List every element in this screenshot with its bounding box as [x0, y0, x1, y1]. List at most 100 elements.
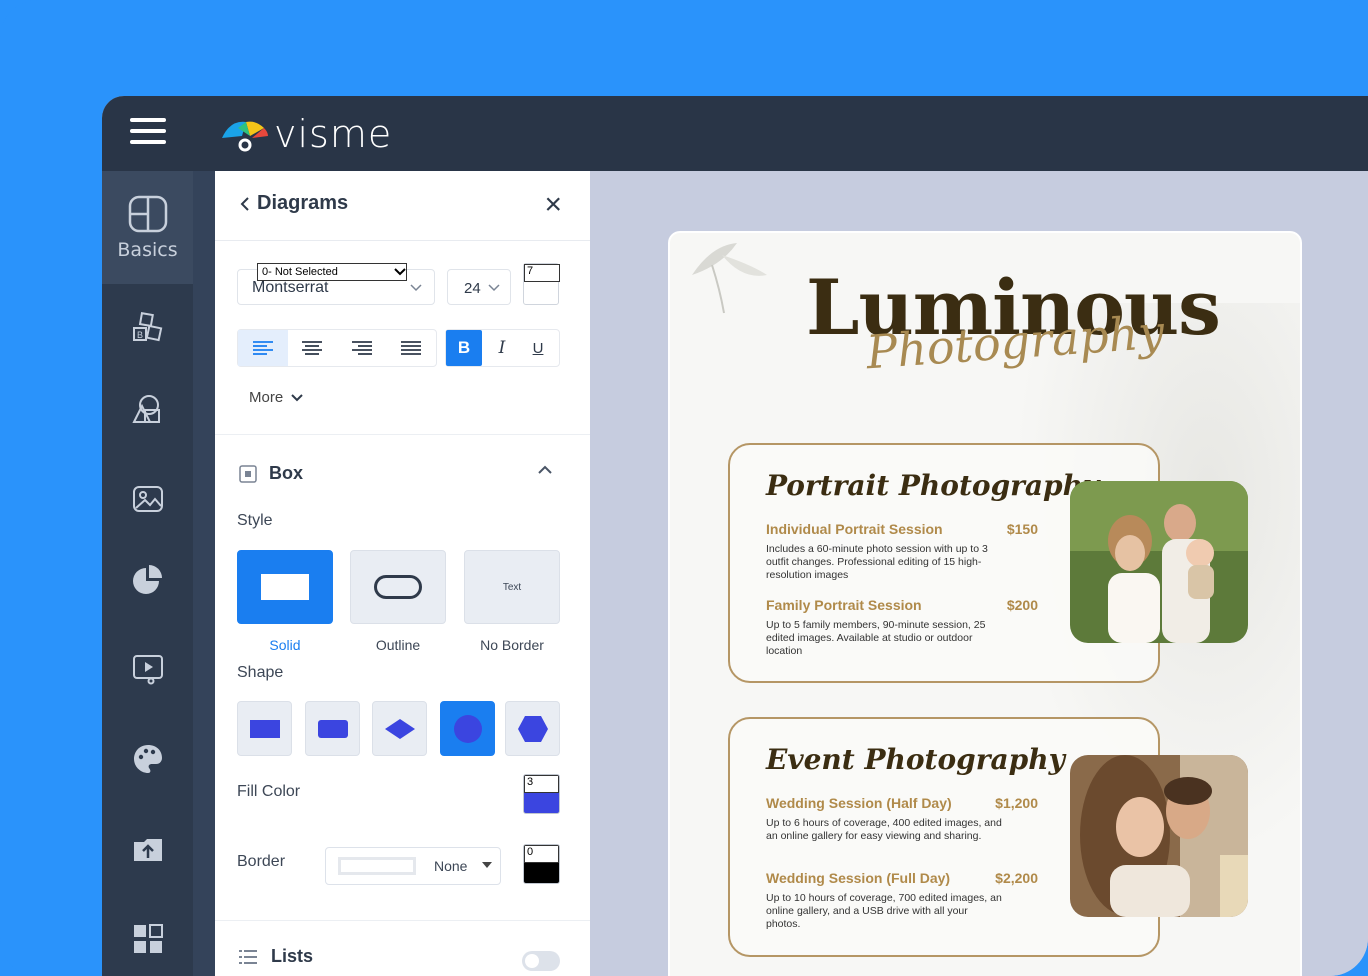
border-style-select[interactable]: None — [325, 847, 501, 885]
font-preset-value: 0- Not Selected — [262, 266, 338, 278]
style-solid-option[interactable] — [237, 550, 333, 624]
item-name: Wedding Session (Full Day) — [766, 870, 951, 886]
bold-button[interactable]: B — [446, 330, 482, 366]
item-price: $2,200 — [995, 870, 1038, 886]
alignment-group — [237, 329, 437, 367]
card-title: Portrait Photography — [766, 469, 1100, 502]
section-divider — [215, 434, 590, 435]
document-page[interactable]: Luminous Photography Portrait Photograph… — [668, 231, 1302, 976]
fill-color-swatch[interactable]: 3 — [523, 774, 560, 814]
align-right-icon — [351, 341, 372, 355]
lists-section-header[interactable]: Lists — [239, 946, 313, 967]
rail-shapes[interactable] — [102, 379, 193, 439]
align-center-button[interactable] — [288, 330, 338, 366]
fill-color-label: Fill Color — [237, 783, 301, 800]
rail-uploads[interactable] — [102, 819, 193, 879]
align-center-icon — [302, 341, 323, 355]
alphabet-blocks-icon: B — [132, 312, 162, 342]
image-icon — [132, 486, 163, 512]
video-icon — [132, 655, 163, 685]
more-options-toggle[interactable]: More — [249, 389, 303, 406]
font-preset-select[interactable]: 0- Not Selected — [257, 263, 407, 281]
top-bar: visme — [102, 96, 1368, 171]
family-photo[interactable] — [1070, 481, 1248, 643]
chevron-down-icon — [394, 268, 406, 276]
visme-logo[interactable]: visme — [220, 112, 392, 156]
shape-circle-button[interactable] — [440, 701, 495, 756]
pie-chart-icon — [132, 565, 162, 594]
text-color-value: 7 — [524, 264, 560, 282]
item-name: Wedding Session (Half Day) — [766, 795, 952, 811]
align-left-button[interactable] — [238, 330, 288, 366]
text-color-picker[interactable]: 7 — [523, 263, 560, 305]
item-description: Up to 6 hours of coverage, 400 edited im… — [766, 817, 1002, 842]
box-section-header[interactable]: Box — [239, 463, 303, 484]
item-description: Up to 5 family members, 90-minute sessio… — [766, 619, 986, 657]
chevron-down-icon — [291, 393, 303, 401]
rail-charts[interactable] — [102, 549, 193, 609]
rail-media[interactable] — [102, 639, 193, 699]
item-price: $150 — [1006, 521, 1038, 537]
left-rail: Basics B — [102, 171, 193, 976]
item-description: Includes a 60-minute photo session with … — [766, 543, 988, 581]
item-name: Family Portrait Session — [766, 597, 922, 613]
box-icon — [239, 464, 257, 483]
item-description: Up to 10 hours of coverage, 700 edited i… — [766, 892, 1002, 930]
border-color-swatch[interactable]: 0 — [523, 844, 560, 884]
item-price: $1,200 — [995, 795, 1038, 811]
diagram-settings-panel: Diagrams × 0- Not Selected Montserrat 24… — [215, 171, 590, 976]
wedding-photo-image — [1070, 755, 1248, 917]
solid-preview — [261, 574, 309, 600]
rail-basics-label: Basics — [117, 238, 178, 261]
align-right-button[interactable] — [337, 330, 387, 366]
style-solid-label: Solid — [269, 637, 301, 653]
rail-themes[interactable] — [102, 729, 193, 789]
item-name: Individual Portrait Session — [766, 521, 943, 537]
chevron-down-icon — [488, 284, 500, 292]
rail-photos[interactable] — [102, 469, 193, 529]
border-line-preview — [338, 857, 416, 875]
caret-down-icon — [482, 862, 492, 868]
palette-icon — [133, 745, 162, 773]
close-icon[interactable]: × — [544, 190, 562, 220]
align-justify-button[interactable] — [387, 330, 437, 366]
leaf-decoration — [692, 243, 767, 314]
back-button[interactable]: Diagrams — [239, 192, 348, 215]
style-label: Style — [237, 512, 273, 529]
font-size-value: 24 — [464, 280, 481, 297]
panel-title: Diagrams — [257, 192, 349, 214]
hexagon-icon — [517, 715, 548, 742]
align-left-icon — [252, 341, 273, 355]
rail-graphics[interactable]: B — [102, 299, 193, 359]
align-justify-icon — [401, 341, 422, 355]
section-divider — [215, 920, 590, 921]
shape-rectangle-button[interactable] — [237, 701, 292, 756]
family-photo-image — [1070, 481, 1248, 643]
italic-button[interactable]: I — [484, 330, 520, 366]
menu-icon[interactable] — [130, 118, 166, 148]
list-icon — [239, 949, 257, 964]
style-no-border-label: No Border — [480, 637, 544, 653]
shape-rounded-rectangle-button[interactable] — [305, 701, 360, 756]
chevron-up-icon[interactable] — [538, 465, 552, 474]
underline-button[interactable]: U — [520, 330, 556, 366]
shapes-icon — [131, 395, 160, 423]
shape-diamond-button[interactable] — [372, 701, 427, 756]
panel-header: Diagrams × — [215, 171, 590, 241]
lists-toggle[interactable] — [522, 951, 560, 971]
border-style-value: None — [434, 858, 468, 874]
shape-hexagon-button[interactable] — [505, 701, 560, 756]
rail-basics[interactable]: Basics — [102, 171, 193, 284]
text-format-group: B I U — [445, 329, 560, 367]
font-size-select[interactable]: 24 — [447, 269, 511, 305]
border-color-value: 0 — [524, 845, 559, 863]
chevron-left-icon — [240, 196, 249, 211]
item-price: $200 — [1006, 597, 1038, 613]
wedding-photo[interactable] — [1070, 755, 1248, 917]
style-no-border-option[interactable]: Text — [464, 550, 560, 624]
grid-apps-icon — [133, 924, 163, 953]
chevron-down-icon — [410, 284, 422, 292]
upload-folder-icon — [133, 839, 162, 861]
style-outline-option[interactable] — [350, 550, 446, 624]
rail-apps[interactable] — [102, 909, 193, 969]
